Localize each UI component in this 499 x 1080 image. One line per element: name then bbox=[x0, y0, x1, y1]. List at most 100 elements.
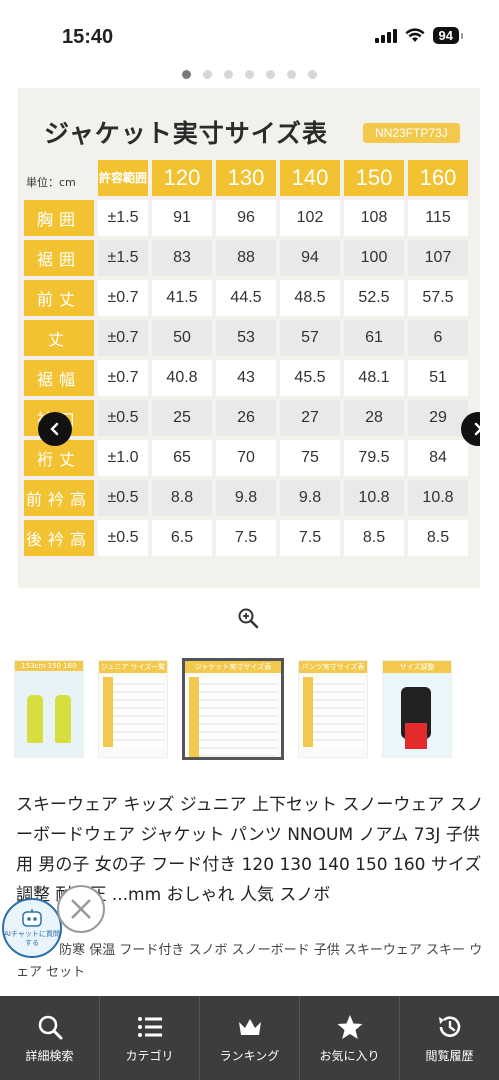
size-value: 9.8 bbox=[216, 480, 276, 516]
size-row: 前丈 ±0.7 41.5 44.5 48.5 52.5 57.5 bbox=[24, 280, 468, 316]
battery-indicator: 94 bbox=[432, 27, 464, 44]
size-value: 53 bbox=[216, 320, 276, 356]
size-value: 96 bbox=[216, 200, 276, 236]
size-value: 9.8 bbox=[280, 480, 340, 516]
thumbnail[interactable]: ジュニア サイズ一覧 bbox=[98, 660, 168, 758]
product-subdescription: ウエア 防寒 保温 フード付き スノボ スノーボード 子供 スキーウェア スキー… bbox=[16, 943, 483, 980]
size-value: 10.8 bbox=[408, 480, 468, 516]
size-value: 102 bbox=[280, 200, 340, 236]
size-value: 83 bbox=[152, 240, 212, 276]
size-value: 26 bbox=[216, 400, 276, 436]
size-header: 120 bbox=[152, 160, 212, 196]
thumbnail-strip: 153cm 150 160 ジュニア サイズ一覧 ジャケット実寸サイズ表 パンツ… bbox=[14, 658, 452, 760]
size-row: 前衿高 ±0.5 8.8 9.8 9.8 10.8 10.8 bbox=[24, 480, 468, 516]
measurement-label: 裾幅 bbox=[24, 360, 94, 396]
size-header: 150 bbox=[344, 160, 404, 196]
size-value: 94 bbox=[280, 240, 340, 276]
size-row: 胸囲 ±1.5 91 96 102 108 115 bbox=[24, 200, 468, 236]
size-value: 52.5 bbox=[344, 280, 404, 316]
measurement-label: 後衿高 bbox=[24, 520, 94, 556]
size-row: 後衿高 ±0.5 6.5 7.5 7.5 8.5 8.5 bbox=[24, 520, 468, 556]
tolerance-value: ±1.5 bbox=[98, 200, 148, 236]
measurement-label: 丈 bbox=[24, 320, 94, 356]
size-header: 130 bbox=[216, 160, 276, 196]
size-value: 88 bbox=[216, 240, 276, 276]
model-badge: NN23FTP73J bbox=[363, 123, 460, 143]
thumbnail[interactable]: 153cm 150 160 bbox=[14, 660, 84, 758]
size-row: 裾囲 ±1.5 83 88 94 100 107 bbox=[24, 240, 468, 276]
carousel-dots[interactable] bbox=[0, 70, 499, 79]
size-value: 8.5 bbox=[408, 520, 468, 556]
chevron-right-icon bbox=[474, 422, 480, 436]
size-value: 7.5 bbox=[216, 520, 276, 556]
size-value: 91 bbox=[152, 200, 212, 236]
size-value: 8.5 bbox=[344, 520, 404, 556]
size-value: 8.8 bbox=[152, 480, 212, 516]
size-row: 裄丈 ±1.0 65 70 75 79.5 84 bbox=[24, 440, 468, 476]
carousel-dot[interactable] bbox=[182, 70, 191, 79]
thumbnail-selected[interactable]: ジャケット実寸サイズ表 bbox=[182, 658, 284, 760]
ai-chat-button[interactable]: AIチャットに質問する bbox=[2, 898, 62, 958]
size-row: 袖口±0.52526272829 bbox=[24, 400, 468, 436]
size-row: 丈 ±0.7 50 53 57 61 6 bbox=[24, 320, 468, 356]
carousel-dot[interactable] bbox=[266, 70, 275, 79]
size-value: 51 bbox=[408, 360, 468, 396]
size-value: 10.8 bbox=[344, 480, 404, 516]
wifi-icon bbox=[405, 28, 425, 42]
size-value: 43 bbox=[216, 360, 276, 396]
tolerance-value: ±1.0 bbox=[98, 440, 148, 476]
size-value: 70 bbox=[216, 440, 276, 476]
tolerance-header: 許容範囲 bbox=[98, 160, 148, 196]
size-header: 140 bbox=[280, 160, 340, 196]
chevron-left-icon bbox=[50, 422, 59, 436]
size-header: 160 bbox=[408, 160, 468, 196]
size-value: 61 bbox=[344, 320, 404, 356]
size-value: 7.5 bbox=[280, 520, 340, 556]
model-figure bbox=[27, 695, 43, 743]
nav-favorites[interactable]: お気に入り bbox=[300, 996, 400, 1080]
size-value: 41.5 bbox=[152, 280, 212, 316]
measurement-label: 前衿高 bbox=[24, 480, 94, 516]
thumbnail[interactable]: サイズ調整 bbox=[382, 660, 452, 758]
size-value: 100 bbox=[344, 240, 404, 276]
product-main-image[interactable]: ジャケット実寸サイズ表 NN23FTP73J 単位：cm 許容範囲 120 13… bbox=[18, 88, 480, 588]
size-value: 27 bbox=[280, 400, 340, 436]
size-value: 45.5 bbox=[280, 360, 340, 396]
size-chart-title: ジャケット実寸サイズ表 bbox=[44, 119, 329, 148]
list-icon bbox=[137, 1016, 162, 1037]
close-button[interactable] bbox=[57, 885, 105, 933]
tolerance-value: ±1.5 bbox=[98, 240, 148, 276]
size-value: 65 bbox=[152, 440, 212, 476]
status-time: 15:40 bbox=[62, 26, 114, 48]
measurement-label: 胸囲 bbox=[24, 200, 94, 236]
carousel-dot[interactable] bbox=[203, 70, 212, 79]
carousel-dot[interactable] bbox=[287, 70, 296, 79]
nav-history[interactable]: 閲覧履歴 bbox=[400, 996, 499, 1080]
robot-icon bbox=[22, 909, 42, 927]
size-value: 57.5 bbox=[408, 280, 468, 316]
nav-ranking[interactable]: ランキング bbox=[200, 996, 300, 1080]
size-value: 29 bbox=[408, 400, 468, 436]
crown-icon bbox=[238, 1018, 261, 1035]
size-value: 40.8 bbox=[152, 360, 212, 396]
carousel-dot[interactable] bbox=[308, 70, 317, 79]
carousel-prev-button[interactable] bbox=[38, 412, 72, 446]
size-value: 50 bbox=[152, 320, 212, 356]
history-icon bbox=[438, 1015, 460, 1037]
close-icon bbox=[71, 899, 91, 919]
tolerance-value: ±0.7 bbox=[98, 320, 148, 356]
zoom-icon[interactable] bbox=[236, 606, 260, 630]
status-bar: 15:40 94 bbox=[0, 0, 499, 72]
tolerance-value: ±0.5 bbox=[98, 480, 148, 516]
nav-detail-search[interactable]: 詳細検索 bbox=[0, 996, 100, 1080]
size-table: 許容範囲 120 130 140 150 160 胸囲 ±1.5 91 96 102 10… bbox=[20, 156, 472, 560]
carousel-dot[interactable] bbox=[245, 70, 254, 79]
carousel-dot[interactable] bbox=[224, 70, 233, 79]
tolerance-value: ±0.7 bbox=[98, 280, 148, 316]
search-icon bbox=[38, 1015, 62, 1039]
status-icons: 94 bbox=[374, 27, 464, 44]
nav-category[interactable]: カテゴリ bbox=[100, 996, 200, 1080]
size-value: 48.1 bbox=[344, 360, 404, 396]
thumbnail[interactable]: パンツ実寸サイズ表 bbox=[298, 660, 368, 758]
size-row: 裾幅 ±0.7 40.8 43 45.5 48.1 51 bbox=[24, 360, 468, 396]
